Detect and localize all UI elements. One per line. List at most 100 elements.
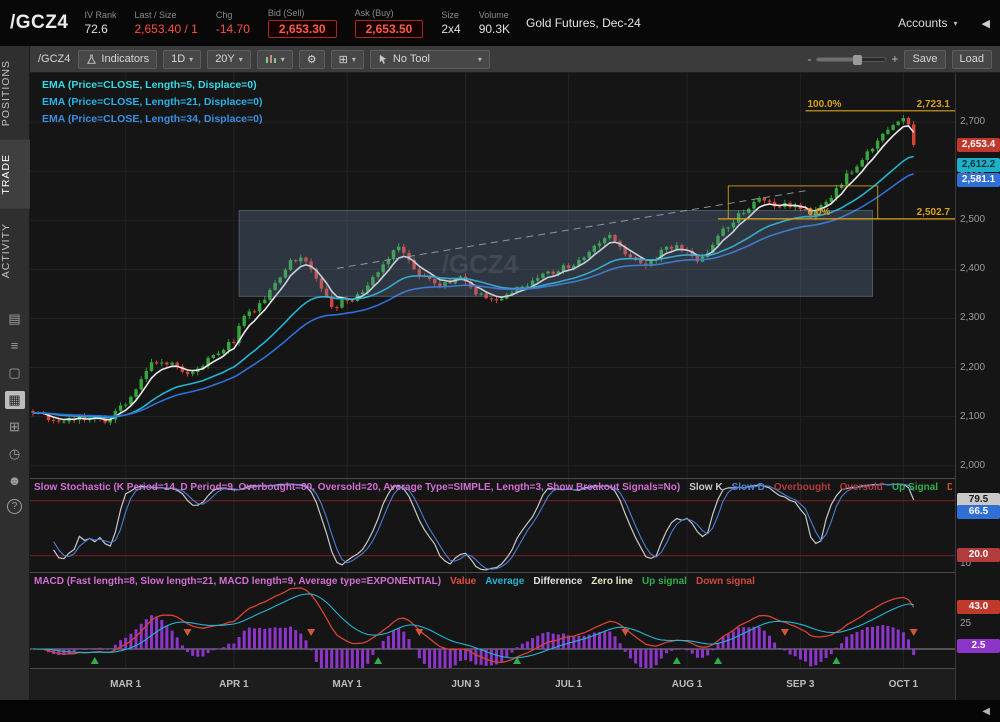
indicators-label: Indicators [101, 53, 149, 65]
price-badge: 2.5 [957, 639, 1000, 653]
axis-tick: 2,000 [960, 460, 985, 471]
ema-legend-item[interactable]: EMA (Price=CLOSE, Length=5, Displace=0) [42, 79, 262, 91]
quote-size-value: 2x4 [441, 22, 460, 36]
trading-platform-app: /GCZ4 IV Rank72.6Last / Size2,653.40 / 1… [0, 0, 1000, 722]
svg-text:2,723.1: 2,723.1 [917, 99, 951, 110]
price-badge: 2,612.2 [957, 158, 1000, 172]
quote-size-label: Size [441, 10, 459, 20]
macd-chart-canvas[interactable] [30, 573, 955, 668]
community-icon[interactable]: ☻ [5, 472, 25, 490]
accounts-label: Accounts [898, 16, 947, 30]
collapse-bottom-button[interactable]: ◀ [982, 706, 990, 717]
stochastic-legend: Slow Stochastic (K Period=14, D Period=9… [34, 482, 952, 493]
indicators-button[interactable]: Indicators [78, 50, 157, 69]
chart-symbol-label: /GCZ4 [38, 53, 70, 65]
legend-item: Overbought [774, 482, 831, 493]
price-axis[interactable]: 2,7002,6002,5002,4002,3002,2002,1002,000… [955, 73, 1000, 700]
history-icon[interactable]: ◷ [5, 445, 25, 463]
study-settings-label[interactable]: MACD (Fast length=8, Slow length=21, MAC… [34, 576, 441, 587]
macd-panel: MACD (Fast length=8, Slow length=21, MAC… [30, 572, 955, 668]
range-value: 20Y [215, 53, 235, 65]
price-badge: 20.0 [957, 548, 1000, 562]
legend-item: Slow D [732, 482, 765, 493]
axis-tick: 2,300 [960, 312, 985, 323]
zoom-slider-handle[interactable] [853, 55, 862, 65]
products-icon[interactable]: ▢ [5, 364, 25, 382]
study-settings-label[interactable]: Slow Stochastic (K Period=14, D Period=9… [34, 482, 680, 493]
chart-style-dropdown[interactable]: ▾ [257, 50, 293, 69]
zoom-out-button[interactable]: - [807, 52, 811, 66]
help-icon[interactable]: ? [7, 499, 22, 514]
drawing-tool-dropdown[interactable]: No Tool ▾ [370, 50, 490, 69]
load-button[interactable]: Load [952, 50, 992, 69]
symbol-title: /GCZ4 [10, 12, 68, 34]
ema-legend-item[interactable]: EMA (Price=CLOSE, Length=34, Displace=0) [42, 113, 262, 125]
quote-bid-value[interactable]: 2,653.30 [268, 20, 337, 38]
chart-settings-button[interactable]: ⚙ [299, 50, 325, 69]
flask-icon [86, 54, 97, 65]
grid-icon: ⊞ [339, 53, 348, 66]
ema-legend: EMA (Price=CLOSE, Length=5, Displace=0) E… [42, 79, 262, 125]
legend-item: Difference [533, 576, 582, 587]
time-axis-label: JUL 1 [547, 679, 591, 690]
axis-tick: 2,500 [960, 214, 985, 225]
time-axis-label: AUG 1 [665, 679, 709, 690]
watchlist-icon[interactable]: ≡ [5, 337, 25, 355]
time-axis-label: MAR 1 [104, 679, 148, 690]
price-chart-canvas[interactable]: /GCZ4100.0%2,723.10.0%2,502.7 [30, 73, 955, 478]
legend-item: Up Signal [892, 482, 938, 493]
grid-layout-icon[interactable]: ⊞ [5, 418, 25, 436]
zoom-slider-fill [817, 58, 854, 61]
range-dropdown[interactable]: 20Y ▾ [207, 50, 251, 69]
legend-item: Zero line [591, 576, 633, 587]
svg-text:2,502.7: 2,502.7 [917, 207, 951, 218]
sidebar-tab-trade[interactable]: TRADE [0, 140, 30, 209]
save-button[interactable]: Save [904, 50, 945, 69]
quote-bid-label: Bid (Sell) [268, 8, 305, 18]
price-badge: 2,653.4 [957, 138, 1000, 152]
collapse-panel-button[interactable]: ◀ [982, 17, 990, 30]
zoom-slider[interactable] [816, 57, 886, 62]
quote-bar: /GCZ4 IV Rank72.6Last / Size2,653.40 / 1… [0, 0, 1000, 46]
gear-icon: ⚙ [307, 53, 317, 66]
zoom-in-button[interactable]: + [891, 52, 898, 66]
quote-ask-label: Ask (Buy) [355, 8, 394, 18]
left-sidebar: POSITIONSTRADEACTIVITY ▤ ≡ ▢ ▦ ⊞ ◷ ☻? [0, 46, 30, 700]
ema-legend-item[interactable]: EMA (Price=CLOSE, Length=21, Displace=0) [42, 96, 262, 108]
timeframe-value: 1D [171, 53, 185, 65]
chart-type-icon [265, 53, 277, 65]
sidebar-icons: ▤ ≡ ▢ ▦ ⊞ ◷ ☻? [5, 310, 25, 514]
bottom-bar: ◀ [0, 700, 1000, 722]
chevron-down-icon: ▾ [239, 55, 243, 64]
macd-legend: MACD (Fast length=8, Slow length=21, MAC… [34, 576, 952, 587]
chevron-down-icon: ▾ [478, 55, 482, 64]
svg-text:100.0%: 100.0% [808, 99, 842, 110]
stochastic-panel: Slow Stochastic (K Period=14, D Period=9… [30, 478, 955, 572]
quote-field-volume: Volume90.3K [479, 10, 510, 36]
grid-layout-dropdown[interactable]: ⊞ ▾ [331, 50, 364, 69]
monitor-icon[interactable]: ▤ [5, 310, 25, 328]
legend-item: Down Signal [947, 482, 952, 493]
sidebar-tab-activity[interactable]: ACTIVITY [0, 209, 30, 292]
time-axis[interactable]: MAR 1APR 1MAY 1JUN 3JUL 1AUG 1SEP 3OCT 1 [30, 668, 955, 700]
sidebar-tab-positions[interactable]: POSITIONS [0, 46, 30, 140]
timeframe-dropdown[interactable]: 1D ▾ [163, 50, 201, 69]
price-badge: 2,581.1 [957, 173, 1000, 187]
quote-chg-value: -14.70 [216, 22, 250, 36]
quote-field-chg: Chg-14.70 [216, 10, 250, 36]
chevron-down-icon: ▾ [352, 55, 356, 64]
main-chart-panel: /GCZ4100.0%2,723.10.0%2,502.7 EMA (Price… [30, 73, 955, 478]
quote-ask-value[interactable]: 2,653.50 [355, 20, 424, 38]
quote-iv-rank-value: 72.6 [84, 22, 107, 36]
charts-icon[interactable]: ▦ [5, 391, 25, 409]
quote-last-size-value: 2,653.40 / 1 [134, 22, 197, 36]
zoom-control: - + [807, 52, 898, 66]
quote-last-size-label: Last / Size [134, 10, 176, 20]
axis-tick: 2,400 [960, 263, 985, 274]
price-badge: 66.5 [957, 505, 1000, 519]
price-badge: 43.0 [957, 600, 1000, 614]
legend-item: Value [450, 576, 476, 587]
contract-description: Gold Futures, Dec-24 [526, 16, 641, 30]
accounts-dropdown[interactable]: Accounts ▾ [898, 16, 957, 30]
chevron-down-icon: ▾ [189, 55, 193, 64]
